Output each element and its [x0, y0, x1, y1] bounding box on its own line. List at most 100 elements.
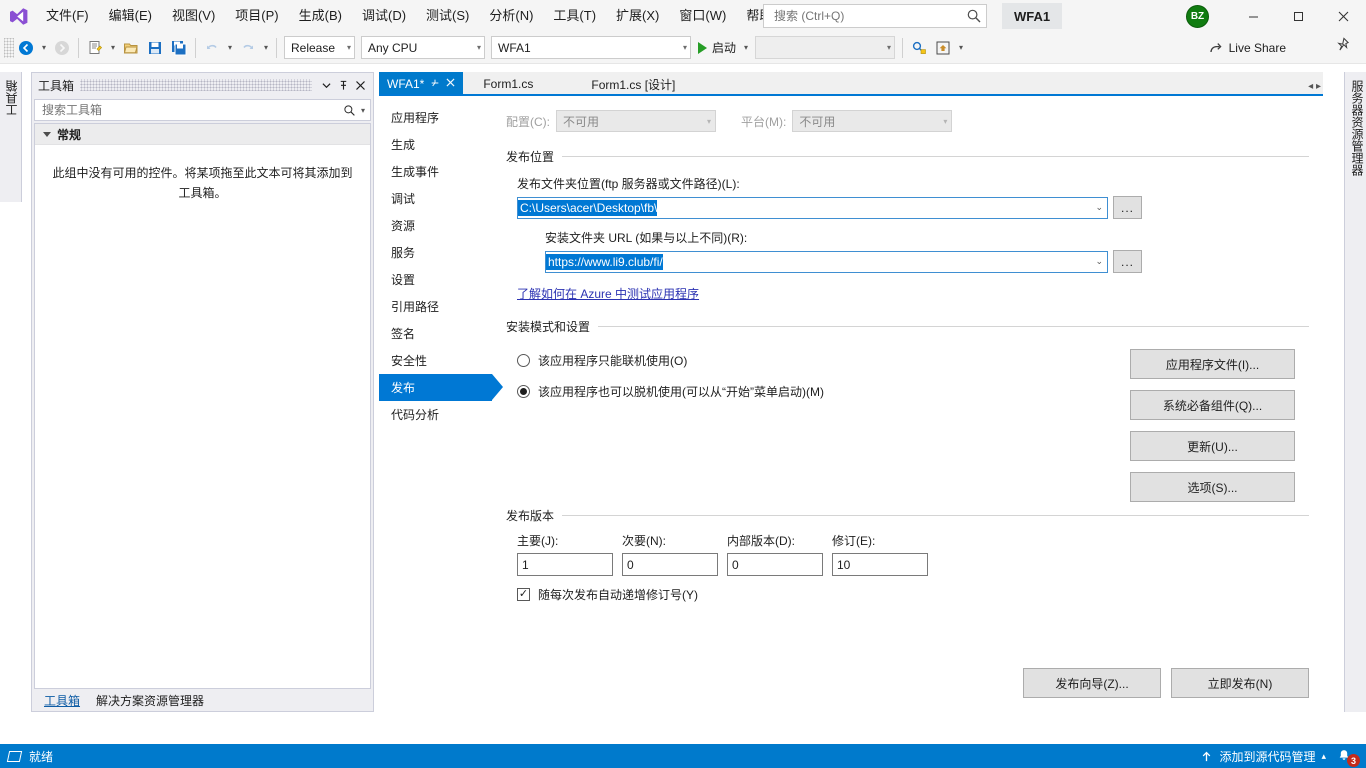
- start-debug-button[interactable]: 启动: [694, 36, 740, 60]
- menu-item-view[interactable]: 视图(V): [162, 0, 225, 32]
- toolbar-grip[interactable]: [4, 37, 14, 58]
- add-to-source-control-button[interactable]: 添加到源代码管理 ▴: [1200, 748, 1326, 765]
- menu-item-test[interactable]: 测试(S): [416, 0, 479, 32]
- chevron-down-icon[interactable]: [318, 76, 335, 94]
- version-fields: 主要(J): 次要(N): 内部版本(D):: [517, 532, 1309, 576]
- publish-folder-combo[interactable]: C:\Users\acer\Desktop\fb\ ⌄: [517, 196, 1108, 219]
- propnav-item-settings[interactable]: 设置: [379, 266, 492, 293]
- minimize-button[interactable]: [1231, 0, 1276, 32]
- notifications-button[interactable]: 3: [1336, 747, 1360, 767]
- hot-reload-icon[interactable]: [907, 36, 931, 60]
- avatar[interactable]: BZ: [1186, 5, 1209, 28]
- new-project-icon[interactable]: [83, 36, 107, 60]
- undo-dropdown-icon[interactable]: ▾: [224, 36, 236, 60]
- solution-configuration-combo[interactable]: Release ▾: [284, 36, 355, 59]
- navigate-backward-dropdown-icon[interactable]: ▾: [38, 36, 50, 60]
- options-button[interactable]: 选项(S)...: [1130, 472, 1295, 502]
- save-file-icon[interactable]: [143, 36, 167, 60]
- propnav-item-application[interactable]: 应用程序: [379, 104, 492, 131]
- redo-dropdown-icon[interactable]: ▾: [260, 36, 272, 60]
- version-revision-input[interactable]: [832, 553, 928, 576]
- publish-wizard-button[interactable]: 发布向导(Z)...: [1023, 668, 1161, 698]
- search-input[interactable]: [772, 8, 966, 24]
- propnav-item-publish[interactable]: 发布: [379, 374, 503, 401]
- install-url-label: 安装文件夹 URL (如果与以上不同)(R):: [545, 231, 748, 245]
- prerequisites-button[interactable]: 系统必备组件(Q)...: [1130, 390, 1295, 420]
- azure-test-link[interactable]: 了解如何在 Azure 中测试应用程序: [517, 287, 699, 301]
- start-debug-dropdown-icon[interactable]: ▾: [740, 36, 752, 60]
- browse-install-url-button[interactable]: ...: [1113, 250, 1142, 273]
- toolbox-footer-tab-toolbox[interactable]: 工具箱: [36, 690, 88, 711]
- publish-location-header: 发布位置: [506, 148, 1309, 165]
- tab-form1-cs[interactable]: Form1.cs: [475, 72, 541, 96]
- new-project-dropdown-icon[interactable]: ▾: [107, 36, 119, 60]
- tab-wfa1-properties[interactable]: WFA1*: [379, 72, 464, 96]
- propnav-item-code-analysis[interactable]: 代码分析: [379, 401, 492, 428]
- toolbox-search-input[interactable]: [40, 102, 341, 118]
- auto-increment-revision-row[interactable]: ✓ 随每次发布自动递增修订号(Y): [517, 586, 1309, 603]
- menu-item-tools[interactable]: 工具(T): [543, 0, 606, 32]
- publish-properties-page: 应用程序 生成 生成事件 调试 资源 服务 设置 引用路径 签名 安全性 发布 …: [379, 98, 1323, 712]
- version-major-input[interactable]: [517, 553, 613, 576]
- navigate-forward-icon[interactable]: [50, 36, 74, 60]
- install-url-combo[interactable]: https://www.li9.club/fi/ ⌄: [545, 250, 1108, 273]
- tab-form1-cs-design[interactable]: Form1.cs [设计]: [583, 72, 683, 96]
- right-dock-tab-server-explorer[interactable]: 服务器资源管理器: [1349, 80, 1366, 176]
- toolbox-drag-dots[interactable]: [80, 79, 312, 91]
- propnav-item-build[interactable]: 生成: [379, 131, 492, 158]
- menu-item-build[interactable]: 生成(B): [289, 0, 352, 32]
- application-files-button[interactable]: 应用程序文件(I)...: [1130, 349, 1295, 379]
- publish-now-button[interactable]: 立即发布(N): [1171, 668, 1309, 698]
- pin-icon[interactable]: [335, 76, 352, 94]
- undo-icon[interactable]: [200, 36, 224, 60]
- tab-overflow-icon[interactable]: ◂ ▸: [1308, 81, 1321, 92]
- maximize-button[interactable]: [1276, 0, 1321, 32]
- chevron-up-icon[interactable]: ▴: [1321, 751, 1326, 762]
- menu-item-analyze[interactable]: 分析(N): [479, 0, 543, 32]
- menu-item-extensions[interactable]: 扩展(X): [606, 0, 669, 32]
- propnav-item-debug[interactable]: 调试: [379, 185, 492, 212]
- attach-target-combo[interactable]: ▾: [755, 36, 896, 59]
- menu-item-debug[interactable]: 调试(D): [352, 0, 416, 32]
- open-file-icon[interactable]: [119, 36, 143, 60]
- save-all-icon[interactable]: [167, 36, 191, 60]
- toolbox-search-dropdown-icon[interactable]: ▾: [358, 101, 368, 119]
- propnav-item-build-events[interactable]: 生成事件: [379, 158, 492, 185]
- configuration-row: 配置(C): 不可用 ▾ 平台(M): 不可用 ▾: [506, 98, 1309, 132]
- close-button[interactable]: [1321, 0, 1366, 32]
- propnav-item-security[interactable]: 安全性: [379, 347, 492, 374]
- propnav-item-services[interactable]: 服务: [379, 239, 492, 266]
- startup-project-combo[interactable]: WFA1 ▾: [491, 36, 691, 59]
- propnav-item-reference-paths[interactable]: 引用路径: [379, 293, 492, 320]
- toolbox-search[interactable]: ▾: [34, 99, 371, 121]
- left-dock-tab-toolbox[interactable]: 工具箱: [3, 80, 20, 116]
- search-icon[interactable]: [341, 101, 358, 119]
- radio-button-selected: [517, 384, 530, 398]
- navigate-backward-icon[interactable]: [14, 36, 38, 60]
- live-share-button[interactable]: Live Share: [1208, 36, 1286, 60]
- install-mode-section: 安装模式和设置 该应用程序只能联机使用(O) 该应用程序也可以脱机使用(可以从“…: [506, 318, 1309, 519]
- updates-button[interactable]: 更新(U)...: [1130, 431, 1295, 461]
- quick-launch-search[interactable]: [763, 4, 987, 28]
- solution-platform-combo[interactable]: Any CPU ▾: [361, 36, 485, 59]
- live-preview-icon[interactable]: [931, 36, 955, 60]
- close-icon[interactable]: [446, 78, 455, 90]
- pin-icon[interactable]: [430, 78, 440, 91]
- propnav-label: 调试: [391, 192, 416, 206]
- toolbox-footer-tab-solution-explorer[interactable]: 解决方案资源管理器: [88, 690, 212, 711]
- pin-toolbar-icon[interactable]: [1335, 37, 1350, 55]
- toolbar-overflow-icon[interactable]: ▾: [955, 36, 967, 60]
- search-icon: [967, 9, 981, 23]
- menu-item-edit[interactable]: 编辑(E): [99, 0, 162, 32]
- close-icon[interactable]: [352, 76, 369, 94]
- propnav-item-signing[interactable]: 签名: [379, 320, 492, 347]
- propnav-item-resources[interactable]: 资源: [379, 212, 492, 239]
- redo-icon[interactable]: [236, 36, 260, 60]
- toolbox-group-general[interactable]: 常规: [35, 124, 370, 145]
- browse-publish-folder-button[interactable]: ...: [1113, 196, 1142, 219]
- version-minor-input[interactable]: [622, 553, 718, 576]
- menu-item-file[interactable]: 文件(F): [36, 0, 99, 32]
- menu-item-project[interactable]: 项目(P): [225, 0, 288, 32]
- menu-item-window[interactable]: 窗口(W): [669, 0, 736, 32]
- version-build-input[interactable]: [727, 553, 823, 576]
